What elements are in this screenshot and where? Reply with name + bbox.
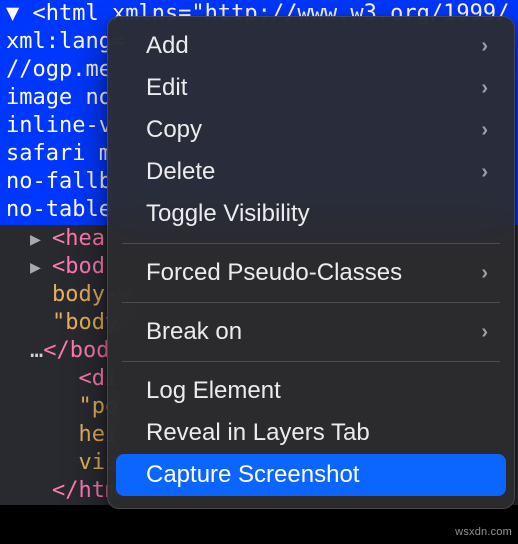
chevron-right-icon: › (481, 321, 488, 344)
menu-separator (122, 243, 500, 244)
menu-item-label: Edit (146, 74, 187, 102)
disclosure-triangle-icon: ▶ (30, 226, 52, 254)
menu-item-label: Capture Screenshot (146, 461, 359, 489)
menu-item-add[interactable]: Add › (116, 25, 506, 67)
menu-item-label: Delete (146, 158, 215, 186)
menu-item-label: Break on (146, 318, 242, 346)
chevron-right-icon: › (481, 35, 488, 58)
menu-item-label: Reveal in Layers Tab (146, 419, 370, 447)
menu-separator (122, 361, 500, 362)
disclosure-triangle-icon: ▶ (30, 254, 52, 282)
menu-item-break-on[interactable]: Break on › (116, 311, 506, 353)
menu-item-edit[interactable]: Edit › (116, 67, 506, 109)
chevron-right-icon: › (481, 119, 488, 142)
menu-item-label: Log Element (146, 377, 281, 405)
menu-item-label: Toggle Visibility (146, 200, 310, 228)
chevron-right-icon: › (481, 77, 488, 100)
chevron-right-icon: › (481, 161, 488, 184)
menu-item-label: Copy (146, 116, 202, 144)
watermark: wsxdn.com (455, 526, 512, 538)
menu-item-label: Forced Pseudo-Classes (146, 259, 402, 287)
menu-item-delete[interactable]: Delete › (116, 151, 506, 193)
inspector-screenshot: ▼ <html xmlns="http://www.w3.org/1999/ x… (0, 0, 518, 544)
menu-item-log-element[interactable]: Log Element (116, 370, 506, 412)
menu-item-label: Add (146, 32, 189, 60)
menu-item-forced-pseudo-classes[interactable]: Forced Pseudo-Classes › (116, 252, 506, 294)
menu-item-capture-screenshot[interactable]: Capture Screenshot (116, 454, 506, 496)
context-menu: Add › Edit › Copy › Delete › Toggle Visi… (107, 16, 515, 509)
menu-item-toggle-visibility[interactable]: Toggle Visibility (116, 193, 506, 235)
menu-item-reveal-in-layers-tab[interactable]: Reveal in Layers Tab (116, 412, 506, 454)
menu-item-copy[interactable]: Copy › (116, 109, 506, 151)
chevron-right-icon: › (481, 262, 488, 285)
menu-separator (122, 302, 500, 303)
